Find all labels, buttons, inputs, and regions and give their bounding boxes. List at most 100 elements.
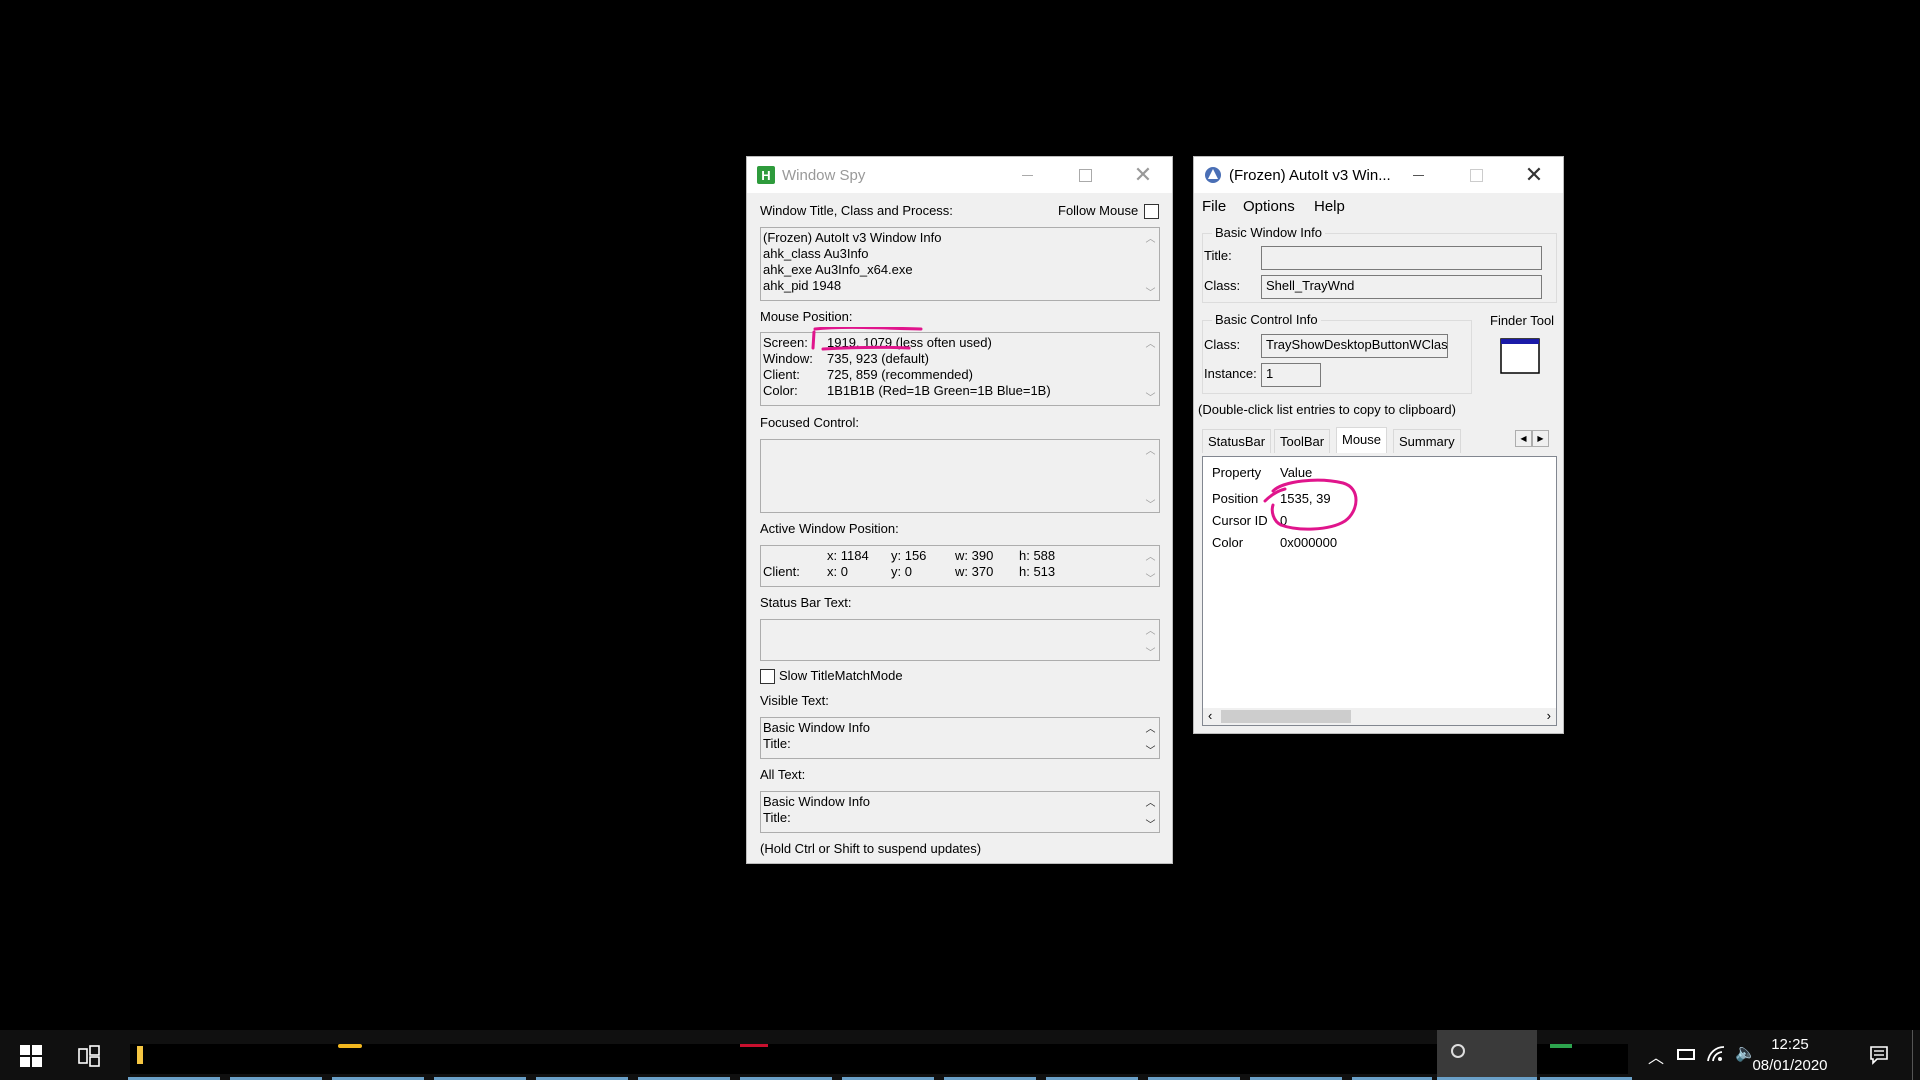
- window-spy-titlebar[interactable]: H Window Spy ✕: [747, 157, 1172, 193]
- instance-field[interactable]: 1: [1261, 363, 1321, 387]
- vertical-scrollbar[interactable]: ︿ ﹀: [1142, 228, 1159, 300]
- focused-control-textbox[interactable]: ︿ ﹀: [760, 439, 1160, 513]
- pinned-app-icon[interactable]: [740, 1044, 768, 1047]
- clock-time[interactable]: 12:25: [1740, 1036, 1840, 1053]
- scroll-down-icon[interactable]: ﹀: [1142, 284, 1159, 299]
- tab-scroll-right-icon[interactable]: ▶: [1532, 430, 1549, 447]
- vertical-scrollbar[interactable]: ︿ ﹀: [1142, 546, 1159, 586]
- mouse-row-key: Color:: [763, 383, 798, 398]
- show-desktop-button[interactable]: [1912, 1030, 1913, 1080]
- scroll-right-icon[interactable]: ›: [1547, 708, 1551, 723]
- property-list[interactable]: Property Value Position 1535, 39 Cursor …: [1202, 456, 1557, 726]
- wifi-icon[interactable]: [1706, 1045, 1726, 1063]
- status-bar-textbox[interactable]: ︿ ﹀: [760, 619, 1160, 661]
- vertical-scrollbar[interactable]: ︿ ﹀: [1142, 333, 1159, 405]
- notifications-icon[interactable]: [1869, 1045, 1889, 1065]
- finder-tool-icon[interactable]: [1500, 338, 1540, 374]
- scroll-down-icon[interactable]: ﹀: [1142, 496, 1159, 511]
- scroll-up-icon[interactable]: ︿: [1142, 622, 1159, 637]
- scroll-down-icon[interactable]: ﹀: [1142, 389, 1159, 404]
- chevron-up-icon[interactable]: ︿: [1648, 1044, 1664, 1068]
- slow-title-checkbox[interactable]: [760, 669, 775, 684]
- window-spy-app-icon: H: [757, 166, 775, 184]
- autoit-titlebar[interactable]: (Frozen) AutoIt v3 Win... ✕: [1194, 157, 1563, 193]
- scroll-down-icon[interactable]: ﹀: [1142, 742, 1159, 757]
- class-label: Class:: [1204, 278, 1241, 293]
- scroll-up-icon[interactable]: ︿: [1142, 230, 1159, 245]
- control-class-field[interactable]: TrayShowDesktopButtonWClass: [1261, 334, 1448, 358]
- visible-text-line: Basic Window Info: [763, 720, 870, 735]
- scroll-down-icon[interactable]: ﹀: [1142, 644, 1159, 659]
- menu-options[interactable]: Options: [1243, 198, 1295, 215]
- menu-help[interactable]: Help: [1314, 198, 1345, 215]
- row-property[interactable]: Color: [1212, 535, 1243, 550]
- annotation-underline: [811, 327, 923, 351]
- clock-date[interactable]: 08/01/2020: [1740, 1057, 1840, 1074]
- vertical-scrollbar[interactable]: ︿ ﹀: [1142, 440, 1159, 512]
- scroll-thumb[interactable]: [1221, 710, 1351, 723]
- follow-mouse-checkbox[interactable]: [1144, 204, 1159, 219]
- active-y: y: 156: [891, 548, 927, 563]
- finder-tool-label: Finder Tool: [1490, 313, 1555, 328]
- annotation-circle: [1263, 478, 1358, 531]
- vertical-scrollbar[interactable]: ︿ ﹀: [1142, 620, 1159, 660]
- horizontal-scrollbar[interactable]: ‹ ›: [1203, 708, 1556, 725]
- all-text-line: Basic Window Info: [763, 794, 870, 809]
- minimize-button[interactable]: [1389, 157, 1447, 193]
- scroll-down-icon[interactable]: ﹀: [1142, 816, 1159, 831]
- battery-icon[interactable]: [1677, 1049, 1695, 1060]
- pinned-app-icon[interactable]: [1550, 1044, 1572, 1048]
- vertical-scrollbar[interactable]: ︿ ﹀: [1142, 792, 1159, 832]
- title-field[interactable]: [1261, 246, 1542, 270]
- client-y: y: 0: [891, 564, 912, 579]
- scroll-up-icon[interactable]: ︿: [1142, 335, 1159, 350]
- row-property[interactable]: Cursor ID: [1212, 513, 1268, 528]
- tab-toolbar[interactable]: ToolBar: [1274, 429, 1331, 453]
- visible-text-line: Title:: [763, 736, 791, 751]
- class-field[interactable]: Shell_TrayWnd: [1261, 275, 1542, 299]
- group-title: Basic Window Info: [1212, 225, 1325, 240]
- all-text-line: Title:: [763, 810, 791, 825]
- visible-text-textbox[interactable]: Basic Window Info Title: ︿ ﹀: [760, 717, 1160, 759]
- file-explorer-icon[interactable]: [137, 1046, 143, 1064]
- tab-mouse[interactable]: Mouse: [1336, 427, 1388, 453]
- scroll-up-icon[interactable]: ︿: [1142, 548, 1159, 563]
- pinned-app-icon[interactable]: [338, 1044, 362, 1048]
- scroll-up-icon[interactable]: ︿: [1142, 720, 1159, 735]
- column-header-property[interactable]: Property: [1212, 465, 1261, 480]
- mouse-row-key: Client:: [763, 367, 800, 382]
- row-value[interactable]: 0x000000: [1280, 535, 1337, 550]
- menu-file[interactable]: File: [1202, 198, 1226, 215]
- active-window-textbox[interactable]: x: 1184 y: 156 w: 390 h: 588 Client: x: …: [760, 545, 1160, 587]
- taskbar-app-strip[interactable]: [130, 1044, 1628, 1074]
- minimize-button[interactable]: [998, 157, 1056, 193]
- scroll-up-icon[interactable]: ︿: [1142, 794, 1159, 809]
- active-h: h: 588: [1019, 548, 1056, 563]
- client-x: x: 0: [827, 564, 848, 579]
- app-glyph-icon: [1451, 1044, 1465, 1058]
- task-view-icon[interactable]: [78, 1045, 100, 1067]
- window-title-textbox[interactable]: (Frozen) AutoIt v3 Window Info ahk_class…: [760, 227, 1160, 301]
- title-label: Title:: [1204, 248, 1232, 263]
- window-spy-window: H Window Spy ✕ Window Title, Class and P…: [746, 156, 1173, 864]
- tab-statusbar[interactable]: StatusBar: [1202, 429, 1272, 453]
- close-button[interactable]: ✕: [1505, 157, 1563, 193]
- scroll-down-icon[interactable]: ﹀: [1142, 570, 1159, 585]
- window-spy-title: Window Spy: [782, 166, 866, 184]
- row-property[interactable]: Position: [1212, 491, 1258, 506]
- vertical-scrollbar[interactable]: ︿ ﹀: [1142, 718, 1159, 758]
- mouse-row-value: 1B1B1B (Red=1B Green=1B Blue=1B): [827, 383, 1051, 398]
- footer-hint: (Hold Ctrl or Shift to suspend updates): [760, 841, 982, 856]
- scroll-up-icon[interactable]: ︿: [1142, 442, 1159, 457]
- maximize-button: [1447, 157, 1505, 193]
- close-button[interactable]: ✕: [1114, 157, 1172, 193]
- start-icon[interactable]: [20, 1045, 42, 1067]
- autoit-app-icon: [1205, 167, 1221, 183]
- tab-summary[interactable]: Summary: [1393, 429, 1461, 453]
- tab-scroll-left-icon[interactable]: ◀: [1515, 430, 1532, 447]
- status-bar-label: Status Bar Text:: [760, 595, 852, 610]
- scroll-left-icon[interactable]: ‹: [1208, 708, 1212, 723]
- all-text-textbox[interactable]: Basic Window Info Title: ︿ ﹀: [760, 791, 1160, 833]
- client-w: w: 370: [955, 564, 994, 579]
- maximize-button[interactable]: [1056, 157, 1114, 193]
